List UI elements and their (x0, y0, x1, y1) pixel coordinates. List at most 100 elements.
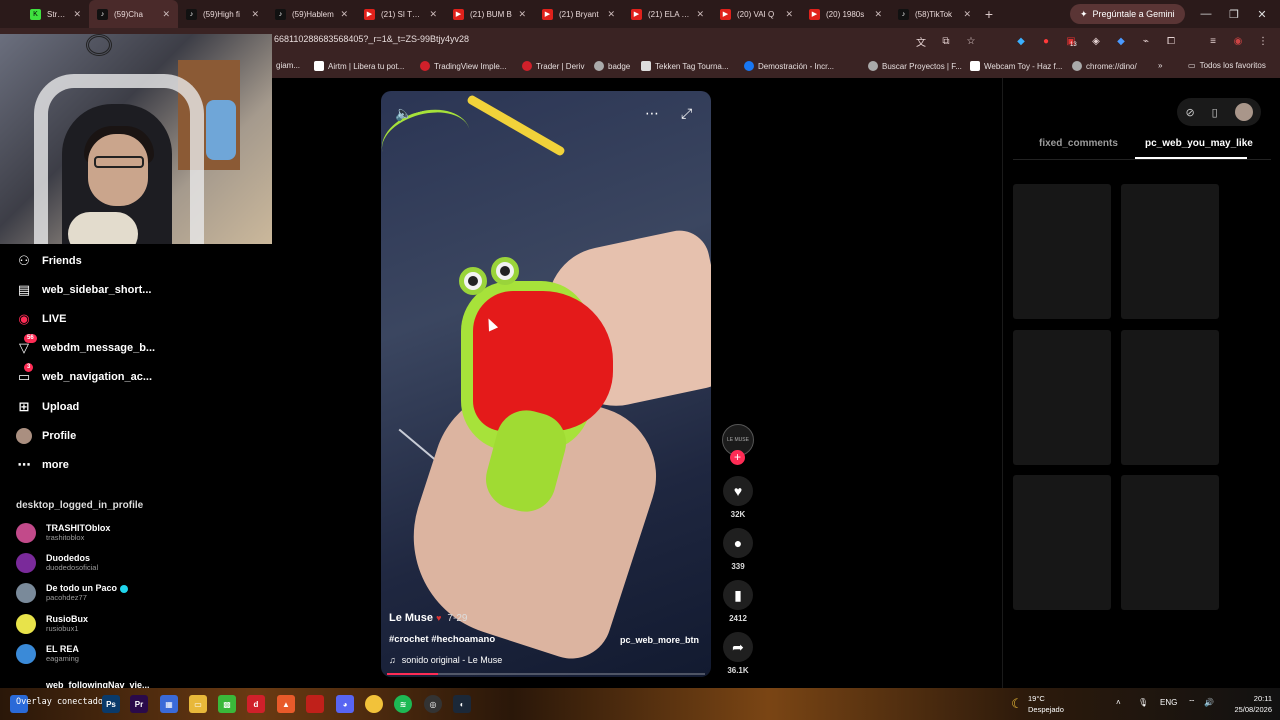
browser-tab[interactable]: K Stream - Ki ✕ (0, 0, 89, 28)
share-button[interactable]: ➦ 36.1K (722, 632, 754, 675)
close-tab-icon[interactable]: ✕ (607, 9, 615, 20)
browser-tab[interactable]: ♪ (59)Hablem ✕ (267, 0, 356, 28)
premiere-icon[interactable]: Pr (130, 695, 148, 713)
translate-icon[interactable]: 文 (914, 34, 928, 49)
video-progress-bar[interactable] (387, 673, 705, 675)
deriv-app-icon[interactable]: d (247, 695, 265, 713)
github-icon[interactable]: ◎ (424, 695, 442, 713)
photoshop-icon[interactable]: Ps (102, 695, 120, 713)
suggested-video-thumb[interactable] (1121, 330, 1219, 465)
sidebar-item-profile[interactable]: Profile (16, 427, 76, 445)
tab-fixed-comments[interactable]: fixed_comments (1039, 138, 1118, 149)
comment-button[interactable]: ● 339 (722, 528, 754, 571)
gemini-button[interactable]: ✦ Pregúntale a Gemini (1070, 4, 1185, 24)
browser-tab[interactable]: ▶ (21) BUM B ✕ (445, 0, 534, 28)
more-options-icon[interactable]: ⋯ (645, 105, 659, 122)
bookmark-item[interactable]: Trader | Deriv (522, 61, 584, 71)
volume-icon[interactable]: 🔈 (395, 105, 412, 122)
bookmark-item[interactable]: badge (594, 61, 630, 71)
following-account[interactable]: TRASHITOblox trashitoblox (16, 523, 110, 543)
following-account[interactable]: Duodedos duodedosoficial (16, 553, 98, 573)
suggested-video-thumb[interactable] (1013, 475, 1111, 610)
browser-tab[interactable]: ▶ (20) VAI Q ✕ (712, 0, 801, 28)
volume-tray-icon[interactable]: 🔊 (1204, 698, 1214, 707)
video-hashtags[interactable]: #crochet #hechoamano (389, 634, 495, 645)
all-favorites-folder[interactable]: ▭ Todos los favoritos (1188, 61, 1266, 70)
following-account[interactable]: EL REA eagaming (16, 644, 79, 664)
extension-badge-icon[interactable]: ▣ 13 (1064, 34, 1078, 49)
extension-red-icon[interactable]: ● (1039, 34, 1053, 48)
suggested-video-thumb[interactable] (1013, 330, 1111, 465)
following-nav-link[interactable]: web_followingNav_vie... (46, 680, 150, 688)
sidebar-item-shorts[interactable]: ▤ web_sidebar_short... (16, 281, 152, 299)
chrome-taskbar-icon[interactable] (365, 695, 383, 713)
sidebar-item-upload[interactable]: ⊞ Upload (16, 398, 80, 416)
sidebar-item-messages[interactable]: ▽ 56 webdm_message_b... (16, 334, 155, 357)
file-explorer-icon[interactable]: ▭ (189, 695, 207, 713)
cast-icon[interactable]: ⧉ (939, 34, 953, 48)
microphone-icon[interactable]: 🎙 (1138, 698, 1148, 707)
url-field[interactable]: 668110288683568405?_r=1&_t=ZS-99Btjy4yv2… (274, 34, 469, 44)
language-indicator[interactable]: ENG (1160, 698, 1177, 707)
media-control-icon[interactable]: ≡ (1206, 34, 1220, 48)
bookmark-item[interactable]: Airtm | Libera tu pot... (314, 61, 404, 71)
bookmark-item[interactable]: TradingView Imple... (420, 61, 506, 71)
close-tab-icon[interactable]: ✕ (963, 9, 971, 20)
browser-menu-icon[interactable]: ⋮ (1256, 34, 1270, 48)
browser-tab[interactable]: ♪ (59)High fi ✕ (178, 0, 267, 28)
sidebar-item-activity[interactable]: ▭ 3 web_navigation_ac... (16, 363, 152, 386)
close-tab-icon[interactable]: ✕ (162, 9, 170, 20)
red-app-icon[interactable] (306, 695, 324, 713)
compass-icon[interactable]: ⊘ (1185, 106, 1194, 119)
wifi-icon[interactable]: ⌔ (1188, 698, 1196, 708)
bookmark-item[interactable]: giam... (276, 61, 300, 70)
close-tab-icon[interactable]: ✕ (73, 9, 81, 20)
brave-icon[interactable]: ▲ (277, 695, 295, 713)
extension-diamond-icon[interactable]: ◈ (1089, 34, 1103, 48)
suggested-video-thumb[interactable] (1013, 184, 1111, 319)
follow-plus-button[interactable]: + (730, 450, 745, 465)
bookmark-item[interactable]: Tekken Tag Tourna... (641, 61, 729, 71)
minecraft-icon[interactable]: ▩ (218, 695, 236, 713)
profile-avatar-icon[interactable]: ◉ (1231, 34, 1245, 48)
system-clock[interactable]: 20:11 25/08/2026 (1222, 693, 1272, 715)
fullscreen-icon[interactable]: ⤢ (681, 105, 692, 122)
close-tab-icon[interactable]: ✕ (785, 9, 793, 20)
extension-tradingview-icon[interactable]: ◆ (1014, 34, 1028, 48)
tray-chevron-icon[interactable]: ˄ (1116, 698, 1121, 707)
device-icon[interactable]: ▯ (1212, 106, 1218, 119)
steam-icon[interactable]: ◐ (453, 695, 471, 713)
store-icon[interactable]: ▦ (160, 695, 178, 713)
more-button[interactable]: pc_web_more_btn (620, 635, 699, 645)
browser-tab[interactable]: ▶ (20) 1980s ✕ (801, 0, 890, 28)
following-account[interactable]: De todo un Paco pacohdez77 (16, 583, 129, 603)
browser-tab[interactable]: ▶ (21) ELA KE ✕ (623, 0, 712, 28)
browser-tab[interactable]: ▶ (21) SI TE S ✕ (356, 0, 445, 28)
discord-icon[interactable]: ◕ (336, 695, 354, 713)
music-link[interactable]: ♫ sonido original - Le Muse (389, 655, 502, 665)
video-author[interactable]: Le Muse ♥ 7-29 (389, 612, 467, 624)
weather-widget[interactable]: 19°C Despejado (1028, 693, 1064, 715)
bookmark-item[interactable]: Webcam Toy - Haz f... (970, 61, 1062, 71)
close-tab-icon[interactable]: ✕ (340, 9, 348, 20)
sidebar-item-more[interactable]: ⋯ more (16, 456, 69, 474)
bookmark-star-icon[interactable]: ☆ (964, 34, 978, 48)
sidebar-item-friends[interactable]: ⚇ Friends (16, 252, 82, 270)
close-tab-icon[interactable]: ✕ (251, 9, 259, 20)
sidebar-item-live[interactable]: ◉ LIVE (16, 310, 66, 328)
close-tab-icon[interactable]: ✕ (874, 9, 882, 20)
browser-tab[interactable]: ♪ (58)TikTok ✕ (890, 0, 979, 28)
suggested-video-thumb[interactable] (1121, 475, 1219, 610)
extension-slash-icon[interactable]: ⌁ (1139, 34, 1153, 48)
close-window-button[interactable]: ✕ (1244, 0, 1280, 28)
close-tab-icon[interactable]: ✕ (429, 9, 437, 20)
bookmarks-overflow-button[interactable]: » (1158, 61, 1162, 70)
save-button[interactable]: ▮ 2412 (722, 580, 754, 623)
tab-you-may-like[interactable]: pc_web_you_may_like (1145, 138, 1253, 149)
close-tab-icon[interactable]: ✕ (518, 9, 526, 20)
following-account[interactable]: RusioBux rusiobux1 (16, 614, 88, 634)
browser-tab[interactable]: ♪ (59)Cha ✕ (89, 0, 178, 28)
extensions-puzzle-icon[interactable]: ⧠ (1164, 34, 1178, 48)
video-player[interactable]: 🔈 ⋯ ⤢ Le Muse ♥ 7-29 #crochet #hechoamano… (381, 91, 711, 677)
suggested-video-thumb[interactable] (1121, 184, 1219, 319)
